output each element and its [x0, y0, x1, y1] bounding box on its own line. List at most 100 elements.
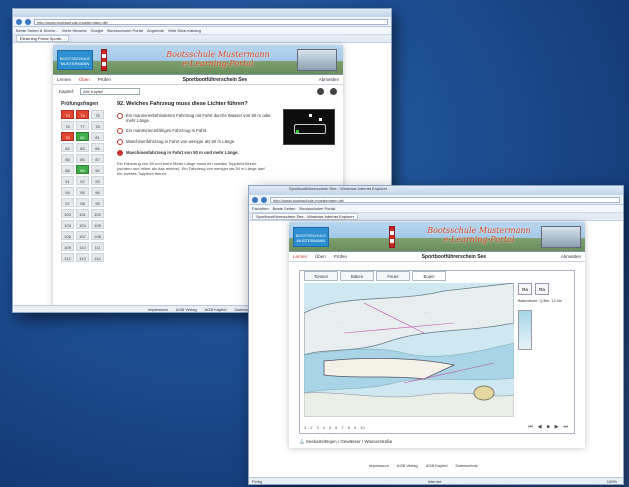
footer-link[interactable]: Impressum — [369, 463, 389, 468]
logout-link[interactable]: Abmelden — [561, 254, 581, 259]
page-number[interactable]: 8 — [348, 425, 350, 430]
page-number[interactable]: 7 — [341, 425, 343, 430]
answer-option[interactable]: Maschinenfahrzeug in Fahrt von 50 m und … — [117, 150, 275, 156]
question-number-cell[interactable]: 106 — [61, 231, 74, 240]
favorite-link[interactable]: Mehr Hinweis — [62, 28, 86, 33]
question-number-cell[interactable]: 114 — [91, 253, 104, 262]
answer-option[interactable]: Ein manövrierunfähiges Fahrzeug in Fahrt… — [117, 128, 275, 134]
question-number-cell[interactable]: 96 — [91, 187, 104, 196]
question-number-cell[interactable]: 99 — [91, 198, 104, 207]
nav-lernen[interactable]: Lernen — [57, 77, 71, 82]
question-number-cell[interactable]: 86 — [76, 154, 89, 163]
favorite-link[interactable]: Angebote — [147, 28, 164, 33]
answer-radio[interactable] — [117, 150, 123, 156]
question-number-cell[interactable]: 95 — [76, 187, 89, 196]
question-number-cell[interactable]: 110 — [76, 242, 89, 251]
chart-tab[interactable]: Bojen — [412, 271, 446, 281]
question-number-cell[interactable]: 84 — [91, 143, 104, 152]
question-number-cell[interactable]: 76 — [61, 121, 74, 130]
logout-link[interactable]: Abmelden — [319, 77, 339, 82]
prev-icon[interactable] — [317, 88, 324, 95]
footer-link[interactable]: AGB Verlag — [397, 463, 418, 468]
question-number-cell[interactable]: 88 — [61, 165, 74, 174]
footer-link[interactable]: Datenschutz — [455, 463, 477, 468]
question-number-cell[interactable]: 108 — [91, 231, 104, 240]
footer-link[interactable]: AGB Kapitel — [205, 307, 227, 312]
page-number[interactable]: 2 — [310, 425, 312, 430]
first-icon[interactable]: ⏮ — [528, 424, 533, 430]
question-number-cell[interactable]: 77 — [76, 121, 89, 130]
chart-tool-button[interactable]: Ra — [535, 283, 549, 295]
url-field[interactable]: http://www.bootsschule-mustermann.de/ — [34, 18, 388, 25]
prev-icon[interactable]: ◀ — [538, 424, 542, 430]
zoom-level[interactable]: 100% — [607, 479, 617, 484]
question-number-cell[interactable]: 97 — [61, 198, 74, 207]
favorite-link[interactable]: Bootsschulen Portal — [299, 206, 335, 211]
browser-tab[interactable]: Elearning Portal Sportb... — [16, 35, 69, 42]
question-number-cell[interactable]: 87 — [91, 154, 104, 163]
nav-pruefen[interactable]: Prüfen — [334, 254, 347, 259]
stop-icon[interactable]: ■ — [547, 424, 550, 430]
footer-link[interactable]: AGB Verlag — [176, 307, 197, 312]
next-icon[interactable] — [330, 88, 337, 95]
question-number-cell[interactable]: 93 — [91, 176, 104, 185]
favorite-link[interactable]: Google — [90, 28, 103, 33]
favorite-link[interactable]: Beste Seiten & Küche... — [16, 28, 58, 33]
question-number-cell[interactable]: 107 — [76, 231, 89, 240]
nav-lernen[interactable]: Lernen — [293, 254, 307, 259]
back-icon[interactable] — [252, 196, 258, 203]
question-number-cell[interactable]: 81 — [91, 132, 104, 141]
question-number-cell[interactable]: 105 — [91, 220, 104, 229]
chapter-select[interactable]: Alle Kapitel — [80, 88, 141, 95]
page-number[interactable]: 3 — [316, 425, 318, 430]
question-number-cell[interactable]: 73 — [61, 110, 74, 119]
footer-link[interactable]: AGB Kapitel — [426, 463, 448, 468]
question-number-cell[interactable]: 102 — [91, 209, 104, 218]
question-number-cell[interactable]: 109 — [61, 242, 74, 251]
nav-ueben[interactable]: Üben — [315, 254, 326, 259]
favorite-link[interactable]: Beste Seiten — [273, 206, 296, 211]
chart-tab[interactable]: Baken — [340, 271, 374, 281]
answer-radio[interactable] — [117, 113, 123, 119]
question-number-cell[interactable]: 92 — [76, 176, 89, 185]
question-number-cell[interactable]: 78 — [91, 121, 104, 130]
page-number[interactable]: 9 — [354, 425, 356, 430]
question-number-cell[interactable]: 89 — [76, 165, 89, 174]
answer-radio[interactable] — [117, 139, 123, 145]
question-number-cell[interactable]: 79 — [61, 132, 74, 141]
url-field[interactable]: http://www.bootsschule-mustermann.de/ — [270, 196, 620, 203]
question-number-cell[interactable]: 75 — [91, 110, 104, 119]
favorite-link[interactable]: Bootsschulen Portal — [107, 28, 143, 33]
question-number-cell[interactable]: 112 — [61, 253, 74, 262]
question-number-cell[interactable]: 82 — [61, 143, 74, 152]
footer-link[interactable]: Impressum — [148, 307, 168, 312]
question-number-cell[interactable]: 90 — [91, 165, 104, 174]
favorite-link[interactable]: Web Slice-Katalog — [168, 28, 201, 33]
question-number-cell[interactable]: 100 — [61, 209, 74, 218]
last-icon[interactable]: ⏭ — [563, 424, 568, 430]
question-number-cell[interactable]: 94 — [61, 187, 74, 196]
forward-icon[interactable] — [25, 18, 31, 25]
question-number-cell[interactable]: 111 — [91, 242, 104, 251]
question-number-cell[interactable]: 103 — [61, 220, 74, 229]
question-number-cell[interactable]: 91 — [61, 176, 74, 185]
page-number[interactable]: 1 — [304, 425, 306, 430]
chart-tab[interactable]: Tonnen — [304, 271, 338, 281]
question-number-cell[interactable]: 85 — [61, 154, 74, 163]
page-number[interactable]: 5 — [329, 425, 331, 430]
answer-radio[interactable] — [117, 128, 123, 134]
answer-option[interactable]: Maschinenfahrzeug in Fahrt von weniger a… — [117, 139, 275, 145]
page-number[interactable]: 6 — [335, 425, 337, 430]
answer-option[interactable]: Ein manövrierbehindertes Fahrzeug mit Fa… — [117, 113, 275, 123]
next-icon[interactable]: ▶ — [555, 424, 559, 430]
chart-tab[interactable]: Feuer — [376, 271, 410, 281]
back-icon[interactable] — [16, 18, 22, 25]
question-number-cell[interactable]: 83 — [76, 143, 89, 152]
nav-pruefen[interactable]: Prüfen — [98, 77, 111, 82]
page-number[interactable]: 10 — [360, 425, 364, 430]
question-number-cell[interactable]: 98 — [76, 198, 89, 207]
question-number-cell[interactable]: 80 — [76, 132, 89, 141]
favorite-link[interactable]: Favoriten — [252, 206, 269, 211]
chart-tool-button[interactable]: Ra — [518, 283, 532, 295]
question-number-cell[interactable]: 101 — [76, 209, 89, 218]
